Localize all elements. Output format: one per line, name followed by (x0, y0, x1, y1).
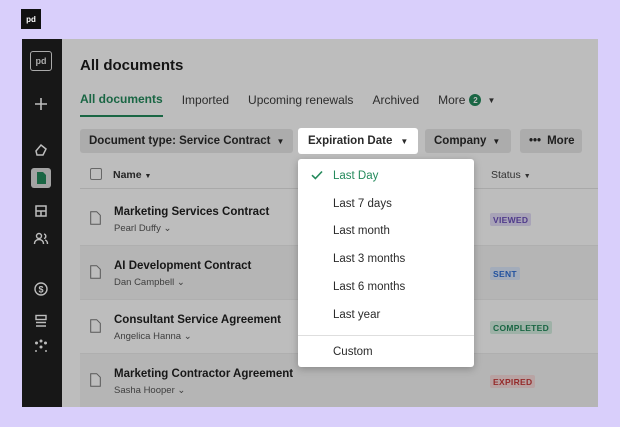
menu-item-last-6-months[interactable]: Last 6 months (298, 273, 474, 300)
expiration-date-menu: Last Day Last 7 days Last month Last 3 m… (298, 159, 474, 367)
menu-item-last-7-days[interactable]: Last 7 days (298, 190, 474, 217)
menu-divider (298, 335, 474, 336)
corner-logo: pd (21, 9, 41, 29)
menu-item-custom[interactable]: Custom (298, 338, 474, 365)
menu-item-last-day[interactable]: Last Day (298, 162, 474, 189)
menu-item-last-month[interactable]: Last month (298, 217, 474, 244)
menu-item-last-3-months[interactable]: Last 3 months (298, 245, 474, 272)
checkmark-icon (311, 170, 323, 180)
menu-item-last-year[interactable]: Last year (298, 301, 474, 328)
expiration-date-filter-open[interactable]: Expiration Date ▼ (298, 128, 419, 154)
chevron-down-icon: ▼ (400, 136, 409, 146)
